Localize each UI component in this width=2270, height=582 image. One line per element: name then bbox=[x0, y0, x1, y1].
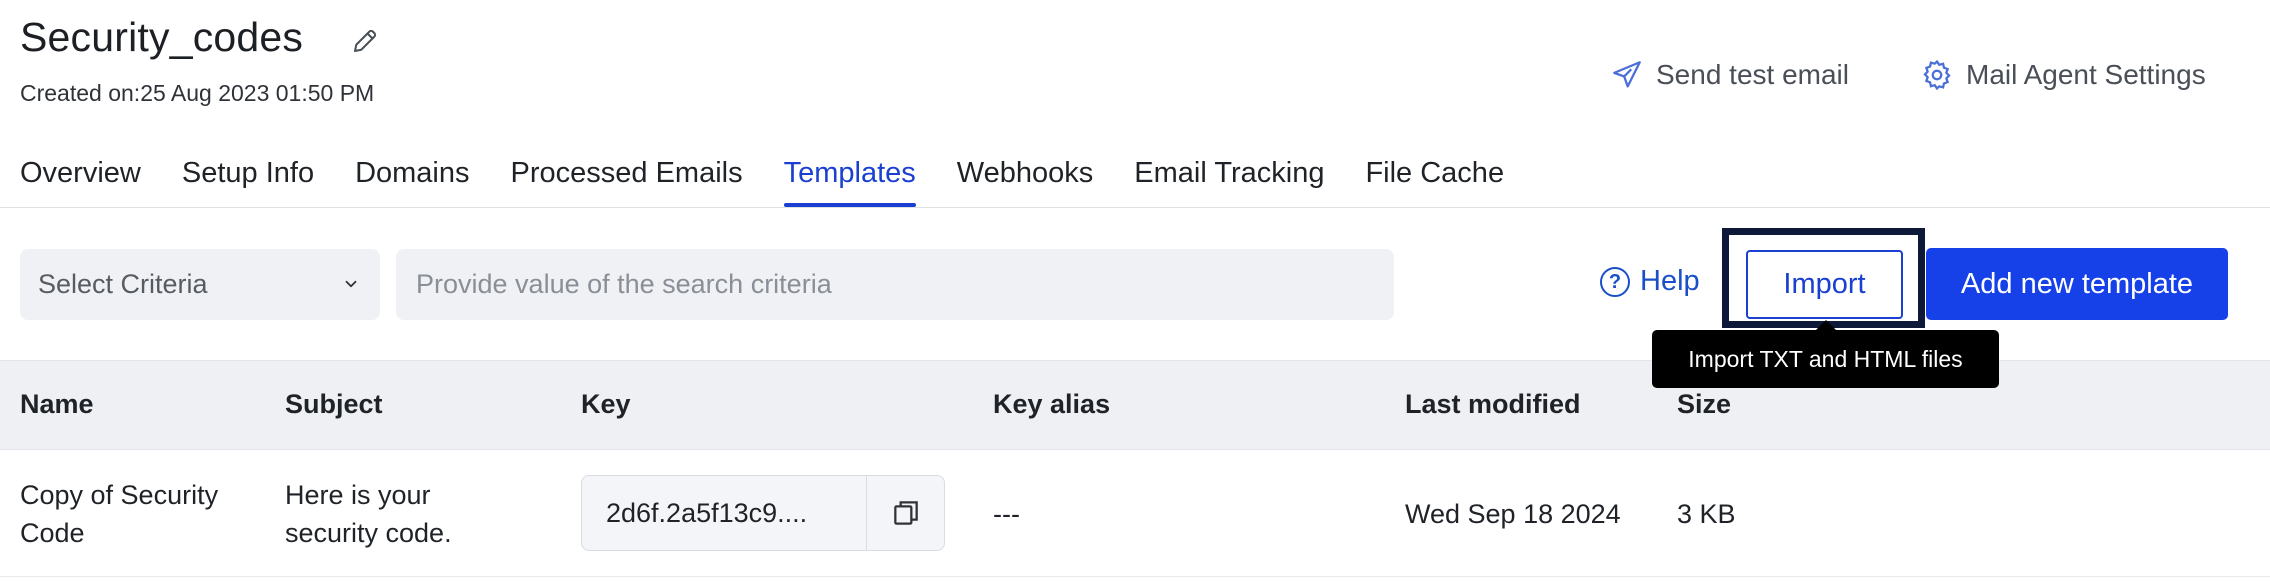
template-last-modified: Wed Sep 18 2024 bbox=[1405, 499, 1621, 529]
mail-agent-settings-button[interactable]: Mail Agent Settings bbox=[1920, 58, 2206, 92]
column-header-name[interactable]: Name bbox=[20, 389, 94, 420]
template-subject-cell: Here is your security code. bbox=[285, 476, 452, 552]
page-header: Security_codes Created on:25 Aug 2023 01… bbox=[20, 14, 2250, 124]
tabs-divider bbox=[0, 207, 2270, 208]
column-header-size[interactable]: Size bbox=[1677, 389, 1731, 420]
pencil-icon[interactable] bbox=[350, 26, 380, 56]
tab-bar: Overview Setup Info Domains Processed Em… bbox=[20, 155, 1545, 207]
criteria-select[interactable]: Select Criteria bbox=[20, 249, 380, 320]
template-name-line2: Code bbox=[20, 518, 85, 548]
template-key-alias: --- bbox=[993, 499, 1020, 529]
template-key-field: 2d6f.2a5f13c9.... bbox=[581, 475, 945, 551]
template-subject-line1: Here is your bbox=[285, 480, 431, 510]
template-name-line1: Copy of Security bbox=[20, 480, 219, 510]
criteria-select-value: Select Criteria bbox=[38, 269, 208, 299]
send-test-email-label: Send test email bbox=[1656, 59, 1849, 90]
tab-overview[interactable]: Overview bbox=[20, 155, 141, 207]
page-title: Security_codes bbox=[20, 14, 304, 60]
chevron-down-icon bbox=[345, 280, 357, 288]
tab-domains[interactable]: Domains bbox=[355, 155, 469, 207]
copy-icon bbox=[893, 501, 918, 525]
import-button[interactable]: Import bbox=[1746, 250, 1903, 319]
tab-templates[interactable]: Templates bbox=[783, 155, 916, 207]
column-header-last-modified[interactable]: Last modified bbox=[1405, 389, 1581, 420]
search-input[interactable] bbox=[396, 249, 1394, 320]
tab-email-tracking[interactable]: Email Tracking bbox=[1134, 155, 1324, 207]
template-key-value: 2d6f.2a5f13c9.... bbox=[582, 476, 867, 550]
help-label: Help bbox=[1640, 265, 1700, 297]
template-size: 3 KB bbox=[1677, 499, 1736, 529]
column-header-subject[interactable]: Subject bbox=[285, 389, 383, 420]
table-row[interactable]: Copy of Security Code Here is your secur… bbox=[0, 451, 2270, 577]
tab-webhooks[interactable]: Webhooks bbox=[957, 155, 1094, 207]
gear-icon bbox=[1923, 59, 1951, 91]
send-test-email-button[interactable]: Send test email bbox=[1610, 58, 1849, 92]
created-date: Created on:25 Aug 2023 01:50 PM bbox=[20, 80, 375, 106]
column-header-key-alias[interactable]: Key alias bbox=[993, 389, 1110, 420]
mail-agent-settings-label: Mail Agent Settings bbox=[1966, 59, 2206, 90]
send-icon bbox=[1613, 61, 1641, 88]
copy-key-button[interactable] bbox=[867, 476, 944, 550]
template-subject-line2: security code. bbox=[285, 518, 452, 548]
add-new-template-button[interactable]: Add new template bbox=[1926, 248, 2228, 320]
template-name-cell[interactable]: Copy of Security Code bbox=[20, 476, 218, 552]
question-circle-icon: ? bbox=[1600, 266, 1630, 297]
tab-file-cache[interactable]: File Cache bbox=[1365, 155, 1504, 207]
tab-setup-info[interactable]: Setup Info bbox=[182, 155, 314, 207]
help-link[interactable]: ? Help bbox=[1600, 265, 1700, 298]
tab-processed-emails[interactable]: Processed Emails bbox=[511, 155, 743, 207]
column-header-key[interactable]: Key bbox=[581, 389, 631, 420]
import-tooltip: Import TXT and HTML files bbox=[1652, 320, 1999, 388]
